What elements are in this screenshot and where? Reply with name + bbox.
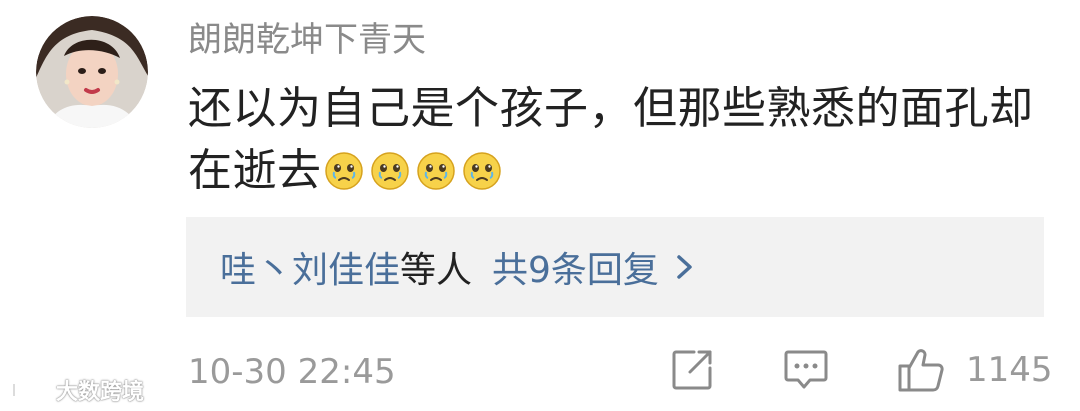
- avatar-image: [36, 16, 148, 128]
- comment-timestamp: 10-30 22:45: [188, 352, 396, 392]
- comment-card: 朗朗乾坤下青天 还以为自己是个孩子，但那些熟悉的面孔却在逝去 哇丶刘佳佳 等人 …: [0, 0, 1080, 411]
- sad-face-icon: [324, 152, 363, 190]
- avatar[interactable]: [36, 16, 148, 128]
- share-button[interactable]: [670, 346, 718, 394]
- replies-preview[interactable]: 哇丶刘佳佳 等人 共9条回复: [186, 217, 1044, 317]
- comment-text: 还以为自己是个孩子，但那些熟悉的面孔却在逝去: [188, 78, 1058, 202]
- sad-face-icon: [462, 152, 501, 190]
- comment-icon: [784, 350, 828, 389]
- chevron-right-icon[interactable]: [673, 252, 697, 282]
- username[interactable]: 朗朗乾坤下青天: [188, 18, 426, 62]
- watermark: 大数跨境: [10, 374, 144, 406]
- reply-names-suffix: 等人: [400, 250, 473, 291]
- like-button[interactable]: 1145: [896, 346, 1053, 394]
- sad-face-icon: [416, 152, 455, 190]
- like-count: 1145: [966, 350, 1053, 390]
- comment-body: 还以为自己是个孩子，但那些熟悉的面孔却在逝去: [188, 83, 1034, 196]
- share-edit-icon: [672, 350, 712, 390]
- comment-button[interactable]: [782, 346, 832, 394]
- watermark-text: 大数跨境: [56, 380, 145, 405]
- sad-face-icon: [370, 152, 409, 190]
- thumbs-up-icon: [898, 349, 944, 392]
- reply-user-names[interactable]: 哇丶刘佳佳: [220, 241, 400, 293]
- reply-count-link[interactable]: 共9条回复: [492, 241, 659, 293]
- watermark-logo-icon: [12, 382, 47, 398]
- emoji-row: [324, 151, 502, 191]
